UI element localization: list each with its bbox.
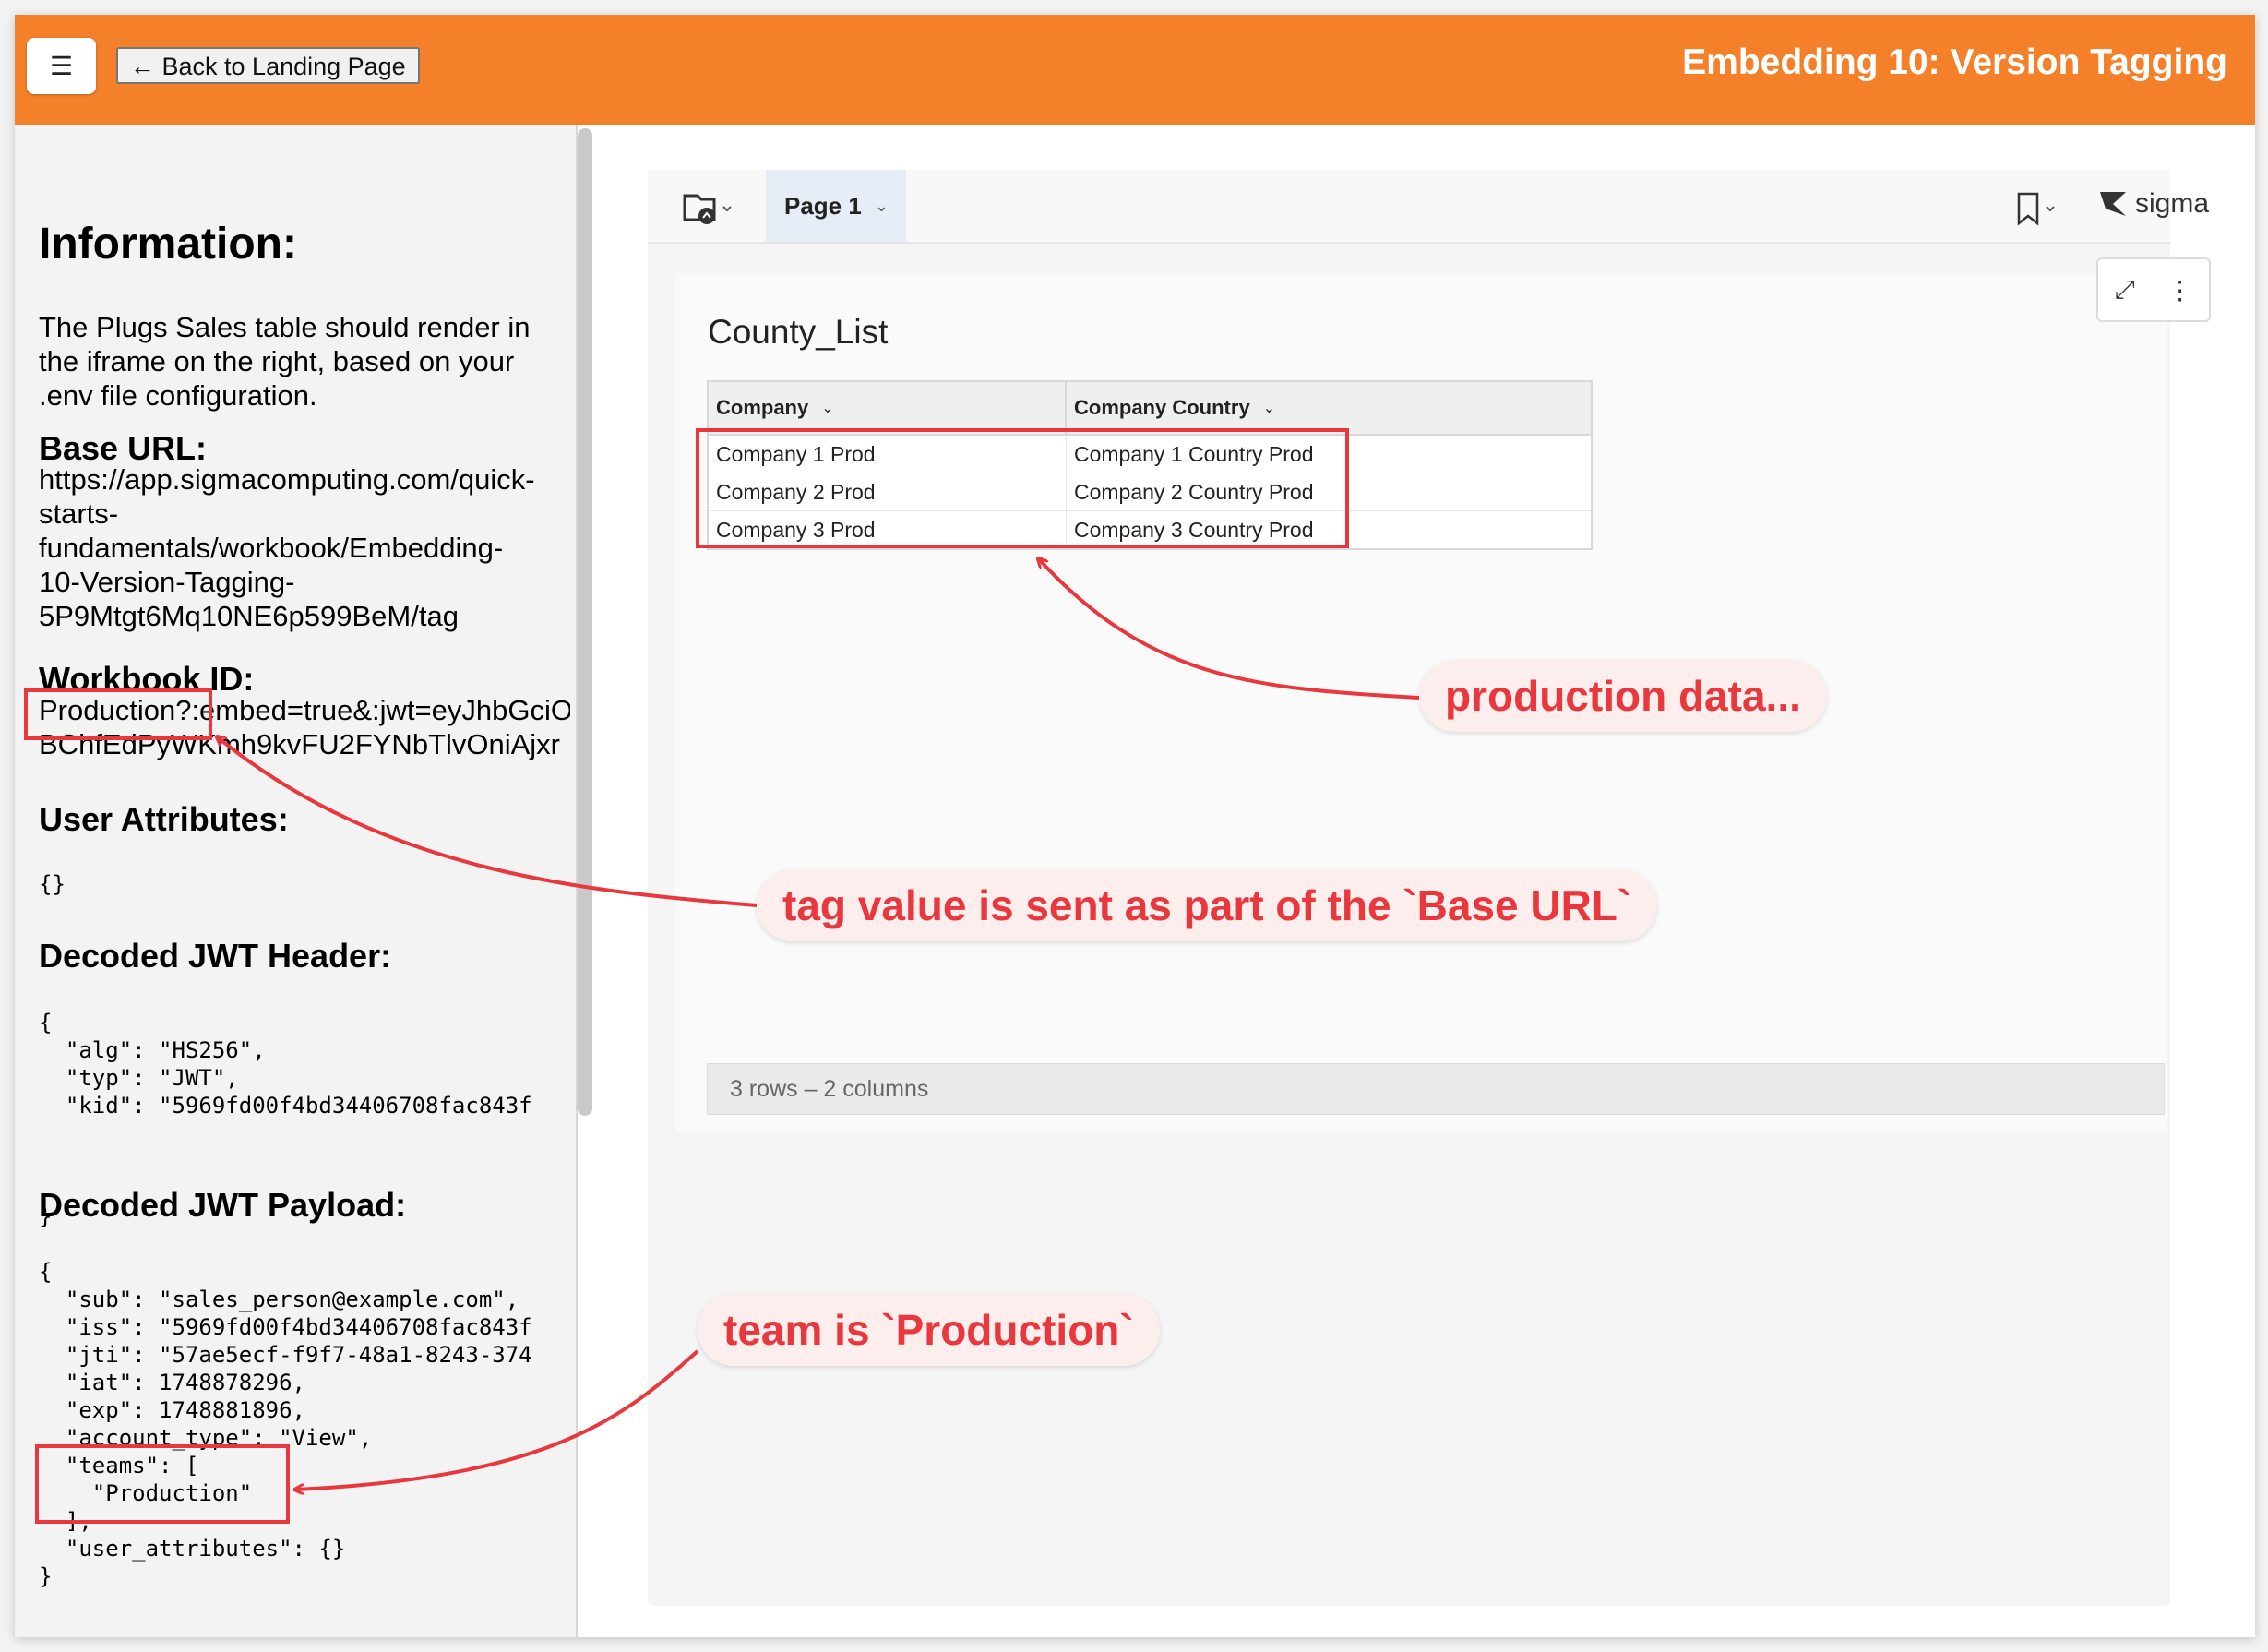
- production-data-callout: production data...: [1419, 660, 1827, 732]
- annotation-arrows: [15, 15, 1420, 1637]
- team-callout: team is `Production`: [698, 1294, 1160, 1366]
- app-window: ☰ ← Back to Landing Page Embedding 10: V…: [15, 15, 2255, 1637]
- tag-value-callout: tag value is sent as part of the `Base U…: [757, 869, 1658, 941]
